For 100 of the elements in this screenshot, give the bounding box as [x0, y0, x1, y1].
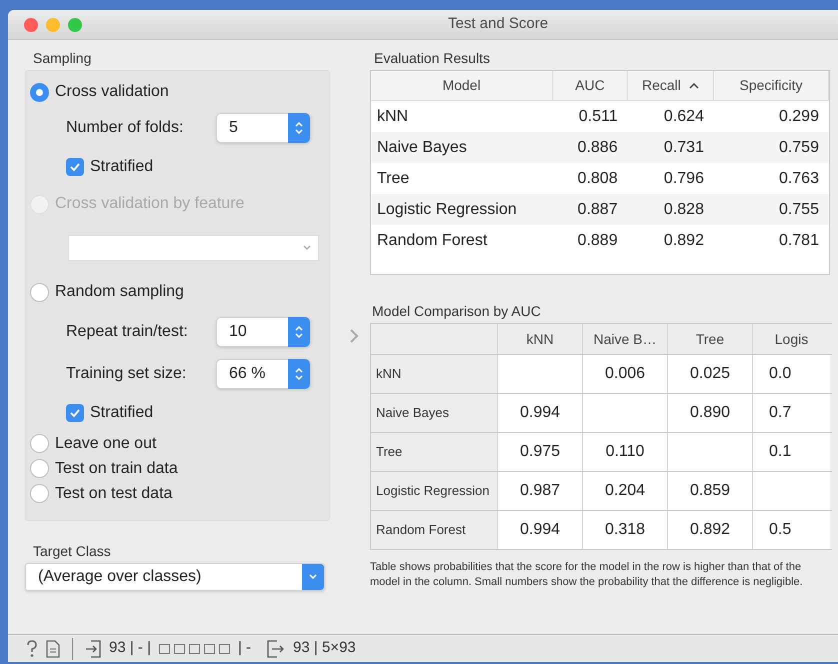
chevron-right-icon[interactable]: [348, 328, 360, 344]
output-summary: 93 | 5×93: [293, 638, 356, 658]
column-header[interactable]: Model: [371, 71, 554, 100]
row-header: Logistic Regression: [376, 482, 490, 500]
document-icon[interactable]: [46, 640, 60, 658]
table-cell: 0.299: [778, 108, 819, 124]
table-cell: 0.511: [578, 108, 618, 124]
table-cell: 0.889: [578, 232, 618, 248]
radio-label: Cross validation: [55, 82, 169, 102]
table-cell: Tree: [377, 170, 410, 186]
column-header[interactable]: Tree: [667, 324, 752, 354]
table-cell: 0.318: [582, 511, 667, 549]
table-cell: 0.796: [664, 170, 704, 186]
chevron-down-icon: [308, 573, 318, 581]
spin-box[interactable]: 66 %: [216, 359, 311, 389]
table-cell: 0.624: [664, 108, 704, 124]
table-cell: 0.1: [752, 433, 830, 471]
column-header[interactable]: Logis: [752, 324, 830, 354]
stepper-icon[interactable]: [288, 359, 310, 389]
table-cell: 0.781: [778, 232, 819, 248]
check-icon: [69, 161, 81, 173]
radio-label: Random sampling: [55, 282, 184, 302]
table-cell: 0.892: [667, 511, 752, 549]
spin-box[interactable]: 10: [216, 317, 311, 347]
stepper-icon[interactable]: [288, 317, 310, 347]
square-icon: [188, 644, 200, 654]
radio-label: Cross validation by feature: [55, 194, 244, 214]
help-icon[interactable]: [26, 640, 38, 658]
input-icon: [85, 640, 101, 658]
chevron-down-icon: [302, 244, 312, 252]
radio-button[interactable]: [30, 484, 49, 503]
section-title: Evaluation Results: [373, 49, 491, 68]
table-cell: 0.755: [778, 200, 819, 218]
column-header[interactable]: Specificity: [714, 71, 830, 100]
table-cell: 0.110: [582, 433, 667, 471]
table-cell: Naive Bayes: [377, 138, 467, 156]
table-cell: 0.892: [664, 232, 704, 248]
checkbox-label: Stratified: [90, 157, 154, 177]
table-cell: 0.025: [667, 355, 752, 393]
table-cell: 0.890: [667, 394, 752, 432]
window-title: Test and Score: [448, 14, 548, 34]
checkbox[interactable]: [66, 158, 84, 176]
table-cell: 0.204: [582, 472, 667, 510]
section-title: Target Class: [32, 542, 112, 561]
minimize-button[interactable]: [46, 18, 60, 32]
column-header[interactable]: AUC: [553, 71, 628, 100]
output-icon: [267, 640, 286, 658]
radio-button[interactable]: [30, 82, 49, 102]
table-cell: Logistic Regression: [377, 200, 517, 218]
target-class-dropdown[interactable]: (Average over classes): [25, 563, 325, 591]
section-title: Model Comparison by AUC: [371, 302, 542, 321]
table-cell: 0.994: [497, 394, 582, 432]
section-title: Sampling: [32, 49, 92, 68]
column-header[interactable]: Recall: [628, 71, 714, 100]
square-icon: [204, 644, 215, 654]
square-icon: [174, 644, 185, 654]
row-header: Tree: [376, 443, 402, 462]
checkbox-label: Stratified: [90, 403, 154, 423]
table-cell: 0.759: [778, 138, 819, 156]
column-header[interactable]: Naive B…: [582, 324, 667, 354]
table-cell: 0.7: [752, 394, 830, 432]
table-cell: 0.731: [664, 138, 704, 156]
check-icon: [69, 407, 81, 419]
stepper-icon[interactable]: [288, 113, 310, 143]
table-cell: 0.886: [578, 138, 618, 156]
table-cell: Random Forest: [377, 232, 488, 248]
field-label: Training set size:: [66, 364, 188, 384]
zoom-button[interactable]: [68, 18, 82, 32]
table-cell: kNN: [377, 108, 408, 124]
table-cell: 0.808: [578, 170, 618, 186]
table-cell: 0.887: [578, 200, 618, 218]
row-header: Naive Bayes: [376, 404, 449, 422]
table-cell: 0.975: [497, 433, 582, 471]
radio-button[interactable]: [30, 434, 49, 453]
table-cell: 0.859: [667, 472, 752, 510]
square-icon: [158, 644, 170, 654]
column-header[interactable]: kNN: [497, 324, 582, 354]
field-label: Repeat train/test:: [66, 322, 189, 342]
radio-label: Leave one out: [55, 434, 156, 454]
checkbox[interactable]: [66, 404, 84, 422]
table-cell: 0.006: [582, 355, 667, 393]
input-summary-tail: | -: [238, 638, 252, 658]
table-cell: 0.828: [664, 200, 704, 218]
caption: Table shows probabilities that the score for the model in the row is higher than that of the model in the column. Small numbers show the probability that the difference is negligible.: [370, 560, 804, 590]
table-cell: 0.994: [497, 511, 582, 549]
radio-label: Test on train data: [55, 458, 178, 478]
feature-dropdown[interactable]: [68, 235, 319, 261]
radio-button[interactable]: [30, 459, 49, 478]
table-cell: 0.763: [778, 170, 819, 186]
radio-label: Test on test data: [55, 484, 172, 504]
table-cell: 0.5: [752, 511, 830, 549]
field-label: Number of folds:: [66, 118, 184, 138]
row-header: Random Forest: [376, 521, 466, 540]
table-cell: 0.987: [497, 472, 582, 510]
row-header: kNN: [376, 365, 402, 384]
square-icon: [218, 644, 230, 654]
input-summary: 93 | - |: [109, 638, 151, 658]
close-button[interactable]: [24, 18, 38, 32]
spin-box[interactable]: 5: [216, 113, 311, 143]
radio-button[interactable]: [30, 282, 49, 302]
